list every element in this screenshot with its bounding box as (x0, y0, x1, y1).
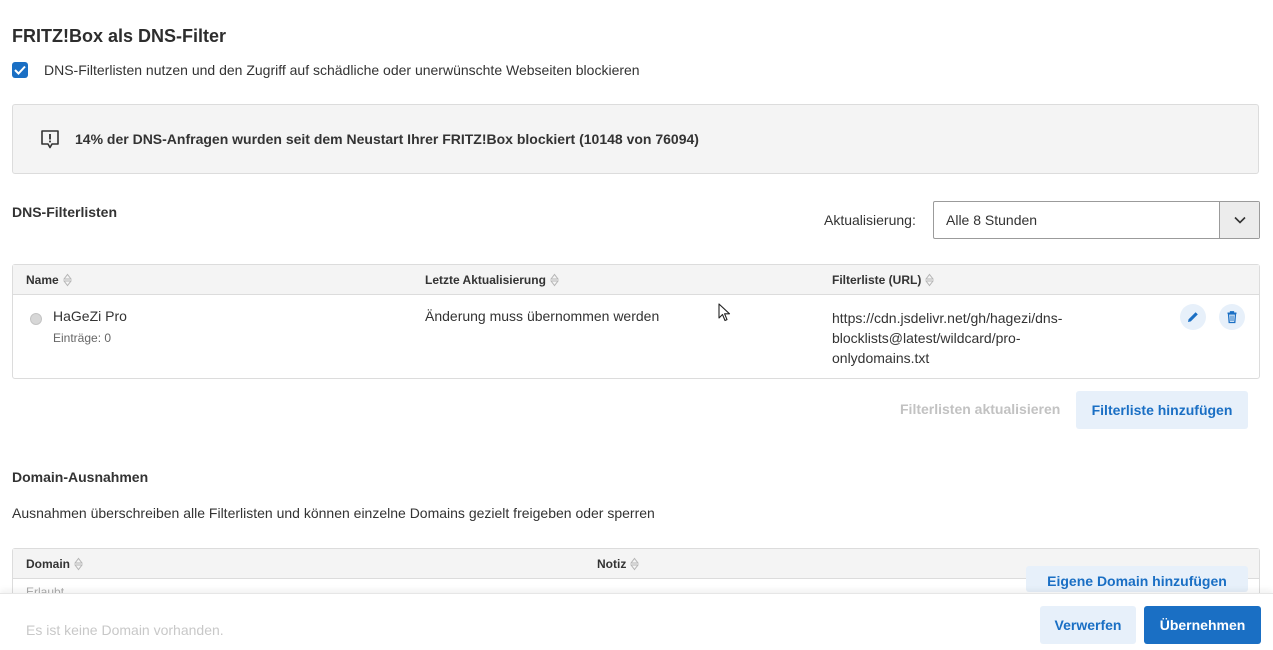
add-domain-button[interactable]: Eigene Domain hinzufügen (1026, 566, 1248, 592)
blocked-info-text: 14% der DNS-Anfragen wurden seit dem Neu… (75, 131, 699, 147)
filterlist-entries: Einträge: 0 (53, 331, 112, 345)
dns-filter-checkbox-label: DNS-Filterlisten nutzen und den Zugriff … (44, 62, 640, 78)
filterlists-section-title: DNS-Filterlisten (12, 204, 118, 220)
column-header-note[interactable]: Notiz (597, 557, 640, 571)
update-interval-label: Aktualisierung: (824, 212, 916, 228)
sort-icon (74, 557, 84, 571)
sort-icon (630, 557, 640, 571)
update-interval-select[interactable]: Alle 8 Stunden (933, 201, 1260, 239)
trash-icon (1227, 311, 1237, 324)
page-title: FRITZ!Box als DNS-Filter (12, 26, 227, 46)
filterlist-last-update: Änderung muss übernommen werden (425, 308, 660, 324)
edit-button[interactable] (1180, 304, 1206, 330)
pencil-icon (1188, 312, 1198, 322)
column-header-domain[interactable]: Domain (26, 557, 84, 571)
column-header-name[interactable]: Name (26, 273, 72, 287)
delete-button[interactable] (1219, 304, 1245, 330)
refresh-filterlists-button[interactable]: Filterlisten aktualisieren (900, 401, 1060, 417)
mouse-cursor-icon (718, 303, 732, 326)
sort-icon (925, 273, 935, 287)
filterlists-table: Name Letzte Aktualisierung Filterliste (… (12, 264, 1260, 379)
footer-bar: Es ist keine Domain vorhanden. Verwerfen… (0, 593, 1273, 650)
exceptions-section-title: Domain-Ausnahmen (12, 469, 149, 485)
filterlist-url: https://cdn.jsdelivr.net/gh/hagezi/dns- … (832, 310, 1063, 366)
alert-message-icon (39, 128, 61, 150)
dns-filter-checkbox[interactable] (12, 62, 28, 78)
filterlists-table-header: Name Letzte Aktualisierung Filterliste (… (13, 265, 1259, 295)
dns-filter-checkbox-row[interactable]: DNS-Filterlisten nutzen und den Zugriff … (12, 62, 640, 78)
discard-button[interactable]: Verwerfen (1040, 606, 1136, 644)
apply-button[interactable]: Übernehmen (1144, 606, 1261, 644)
add-filterlist-button[interactable]: Filterliste hinzufügen (1076, 391, 1248, 429)
checkmark-icon (14, 65, 26, 75)
empty-domains-text: Es ist keine Domain vorhanden. (26, 622, 224, 638)
column-header-last-update[interactable]: Letzte Aktualisierung (425, 273, 559, 287)
column-header-url[interactable]: Filterliste (URL) (832, 273, 935, 287)
chevron-down-icon[interactable] (1219, 202, 1259, 238)
exceptions-description: Ausnahmen überschreiben alle Filterliste… (12, 505, 655, 521)
blocked-info-box: 14% der DNS-Anfragen wurden seit dem Neu… (12, 104, 1259, 174)
update-interval-value: Alle 8 Stunden (946, 212, 1038, 228)
sort-icon (549, 273, 559, 287)
filterlist-name: HaGeZi Pro (53, 308, 127, 324)
status-indicator (30, 313, 42, 325)
sort-icon (62, 273, 72, 287)
